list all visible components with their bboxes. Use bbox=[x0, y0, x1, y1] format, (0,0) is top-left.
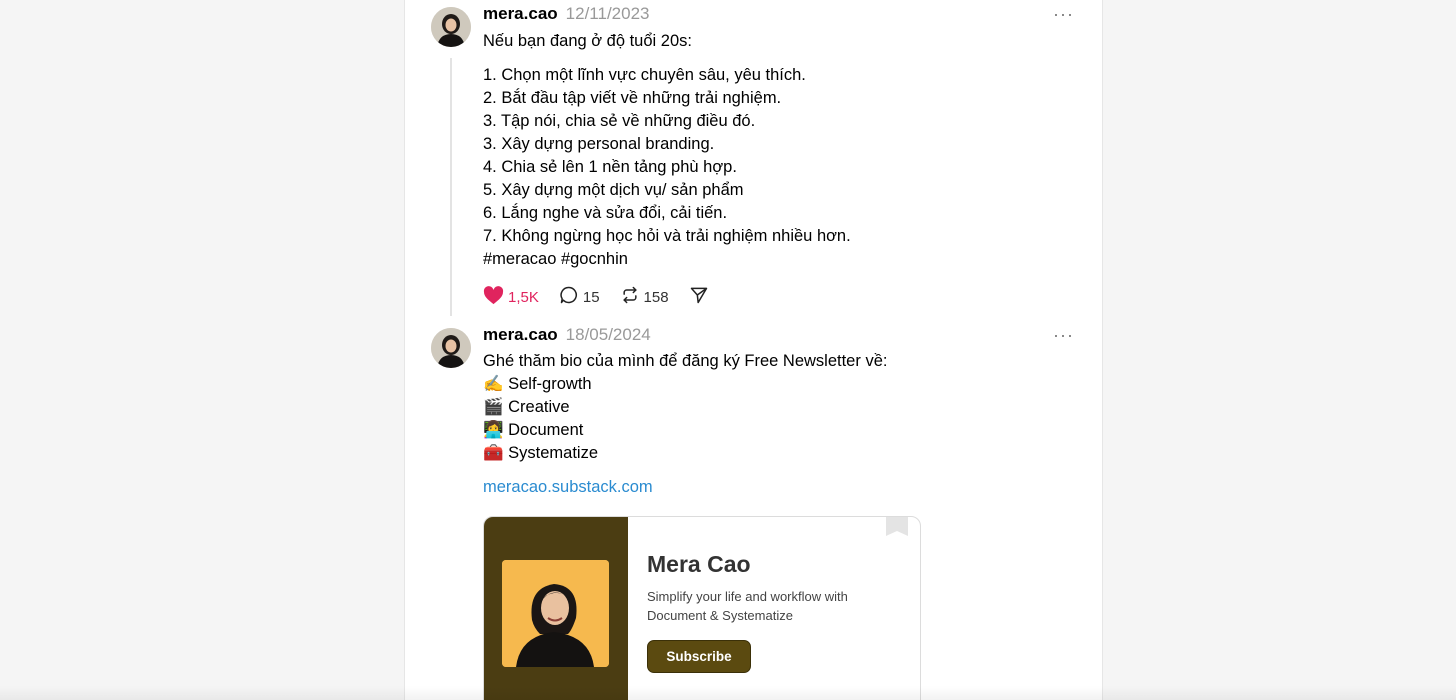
card-title: Mera Cao bbox=[647, 551, 751, 577]
username[interactable]: mera.cao bbox=[483, 4, 558, 24]
post-text-line: 👩‍💻 Document bbox=[483, 421, 584, 439]
like-button[interactable]: 1,5K bbox=[483, 285, 539, 309]
post-text-line: 5. Xây dựng một dịch vụ/ sản phẩm bbox=[483, 181, 744, 199]
post-text-line: 7. Không ngừng học hỏi và trải nghiệm nh… bbox=[483, 227, 851, 245]
post-text-line: Nếu bạn đang ở độ tuổi 20s: bbox=[483, 32, 692, 50]
card-description: Simplify your life and workflow with Doc… bbox=[647, 589, 848, 623]
username[interactable]: mera.cao bbox=[483, 325, 558, 345]
post-content: Ghé thăm bio của mình để đăng ký Free Ne… bbox=[483, 350, 887, 499]
hashtags[interactable]: #meracao #gocnhin bbox=[483, 248, 851, 271]
post-text-line: 1. Chọn một lĩnh vực chuyên sâu, yêu thí… bbox=[483, 66, 806, 84]
like-count: 1,5K bbox=[508, 288, 539, 306]
more-options-icon[interactable]: ··· bbox=[1053, 4, 1074, 25]
repost-button[interactable]: 158 bbox=[620, 285, 669, 309]
card-accent-panel bbox=[484, 517, 628, 700]
post-text-line: 🎬 Creative bbox=[483, 398, 570, 416]
profile-photo bbox=[502, 560, 609, 667]
post-text-line: ✍️ Self-growth bbox=[483, 375, 592, 393]
post-text-line: 6. Lắng nghe và sửa đổi, cải tiến. bbox=[483, 204, 728, 222]
post-text-line: 2. Bắt đầu tập viết về những trải nghiệm… bbox=[483, 89, 782, 107]
post-content: Nếu bạn đang ở độ tuổi 20s: 1. Chọn một … bbox=[483, 30, 851, 271]
post-date: 12/11/2023 bbox=[565, 4, 650, 23]
share-button[interactable] bbox=[689, 285, 709, 309]
thread-line bbox=[450, 58, 452, 316]
post-text-line: 3. Tập nói, chia sẻ về những điều đó. bbox=[483, 112, 756, 130]
send-icon bbox=[689, 285, 709, 309]
post-header: mera.cao 12/11/2023 bbox=[483, 4, 650, 24]
subscribe-button[interactable]: Subscribe bbox=[647, 640, 751, 673]
post-date: 18/05/2024 bbox=[565, 325, 651, 344]
post-text-line: 3. Xây dựng personal branding. bbox=[483, 135, 715, 153]
avatar[interactable] bbox=[431, 328, 471, 368]
repost-count: 158 bbox=[643, 288, 669, 306]
threads-feed: mera.cao 12/11/2023 ··· Nếu bạn đang ở đ… bbox=[404, 0, 1103, 700]
more-options-icon[interactable]: ··· bbox=[1053, 325, 1074, 346]
avatar[interactable] bbox=[431, 7, 471, 47]
comment-count: 15 bbox=[582, 288, 600, 306]
bookmark-icon[interactable] bbox=[886, 517, 908, 542]
post-text-line: 🧰 Systematize bbox=[483, 444, 598, 462]
post-text-line: 4. Chia sẻ lên 1 nền tảng phù hợp. bbox=[483, 158, 737, 176]
post-header: mera.cao 18/05/2024 bbox=[483, 325, 651, 345]
post-actions: 1,5K 15 158 bbox=[483, 285, 729, 309]
bottom-shadow bbox=[0, 686, 1456, 700]
newsletter-card[interactable]: Mera Cao Simplify your life and workflow… bbox=[483, 516, 921, 700]
heart-icon bbox=[483, 285, 504, 309]
comment-button[interactable]: 15 bbox=[559, 285, 600, 309]
post-text-line: Ghé thăm bio của mình để đăng ký Free Ne… bbox=[483, 352, 888, 370]
comment-icon bbox=[559, 285, 579, 309]
repost-icon bbox=[620, 285, 640, 309]
substack-link[interactable]: meracao.substack.com bbox=[483, 476, 887, 499]
